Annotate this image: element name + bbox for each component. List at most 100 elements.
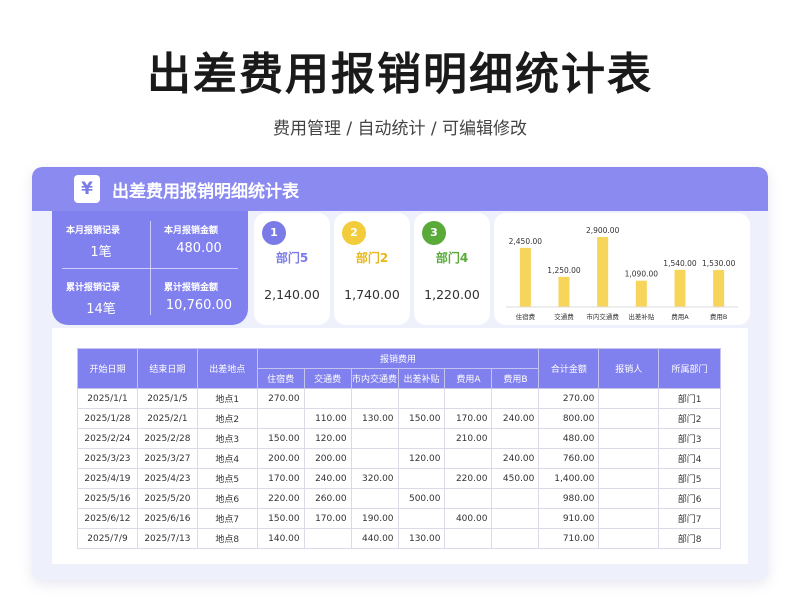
table-cell[interactable]: 220.00 [256, 488, 305, 509]
table-cell[interactable] [491, 488, 540, 509]
table-cell[interactable]: 1,400.00 [538, 468, 600, 489]
table-cell[interactable]: 120.00 [303, 428, 352, 449]
table-cell[interactable] [444, 448, 493, 469]
table-cell[interactable]: 480.00 [538, 428, 600, 449]
summary-month-amount: 本月报销金额 480.00 [150, 211, 248, 268]
column-header: 费用B [491, 368, 540, 389]
table-cell[interactable] [444, 528, 493, 549]
table-cell[interactable]: 260.00 [303, 488, 352, 509]
table-cell[interactable]: 2025/1/5 [136, 388, 198, 409]
table-cell[interactable]: 760.00 [538, 448, 600, 469]
table-cell[interactable] [303, 528, 352, 549]
dept-rank-card: 2 部门2 1,740.00 [334, 213, 410, 325]
table-cell[interactable] [444, 488, 493, 509]
table-cell[interactable] [598, 408, 660, 429]
table-cell[interactable]: 地点1 [196, 388, 258, 409]
table-cell[interactable]: 710.00 [538, 528, 600, 549]
table-cell[interactable]: 2025/7/9 [77, 528, 138, 549]
report-card: ¥ 出差费用报销明细统计表 本月报销记录 1笔 本月报销金额 480.00 累计… [32, 167, 768, 580]
table-cell[interactable] [350, 428, 399, 449]
table-cell[interactable]: 2025/5/20 [136, 488, 198, 509]
table-cell[interactable] [598, 448, 660, 469]
table-cell[interactable]: 450.00 [491, 468, 540, 489]
table-cell[interactable]: 地点4 [196, 448, 258, 469]
table-cell[interactable]: 200.00 [303, 448, 352, 469]
table-cell[interactable]: 地点5 [196, 468, 258, 489]
table-cell[interactable]: 地点6 [196, 488, 258, 509]
table-cell[interactable]: 2025/6/16 [136, 508, 198, 529]
table-cell[interactable]: 140.00 [256, 528, 305, 549]
table-cell[interactable]: 部门6 [658, 488, 721, 509]
table-cell[interactable]: 190.00 [350, 508, 399, 529]
table-cell[interactable] [491, 388, 540, 409]
table-cell[interactable]: 220.00 [444, 468, 493, 489]
table-cell[interactable]: 部门3 [658, 428, 721, 449]
table-cell[interactable]: 150.00 [397, 408, 446, 429]
table-cell[interactable]: 2025/2/1 [136, 408, 198, 429]
table-cell[interactable]: 150.00 [256, 508, 305, 529]
table-cell[interactable]: 2025/4/23 [136, 468, 198, 489]
table-cell[interactable]: 2025/6/12 [77, 508, 138, 529]
table-cell[interactable]: 部门7 [658, 508, 721, 529]
table-cell[interactable] [598, 388, 660, 409]
table-cell[interactable] [256, 408, 305, 429]
table-cell[interactable]: 800.00 [538, 408, 600, 429]
table-cell[interactable] [303, 388, 352, 409]
table-cell[interactable]: 110.00 [303, 408, 352, 429]
table-cell[interactable]: 320.00 [350, 468, 399, 489]
table-cell[interactable] [598, 488, 660, 509]
table-cell[interactable]: 910.00 [538, 508, 600, 529]
table-cell[interactable]: 地点2 [196, 408, 258, 429]
table-cell[interactable]: 部门1 [658, 388, 721, 409]
table-cell[interactable] [598, 468, 660, 489]
table-cell[interactable]: 170.00 [303, 508, 352, 529]
table-cell[interactable]: 240.00 [491, 408, 540, 429]
table-cell[interactable] [350, 388, 399, 409]
table-cell[interactable]: 400.00 [444, 508, 493, 529]
table-cell[interactable]: 部门4 [658, 448, 721, 469]
table-cell[interactable]: 2025/1/1 [77, 388, 138, 409]
table-cell[interactable]: 240.00 [303, 468, 352, 489]
table-cell[interactable]: 170.00 [444, 408, 493, 429]
table-cell[interactable]: 2025/3/23 [77, 448, 138, 469]
table-cell[interactable] [350, 488, 399, 509]
table-cell[interactable]: 地点7 [196, 508, 258, 529]
table-cell[interactable]: 170.00 [256, 468, 305, 489]
table-cell[interactable]: 130.00 [397, 528, 446, 549]
table-cell[interactable]: 440.00 [350, 528, 399, 549]
table-cell[interactable]: 部门8 [658, 528, 721, 549]
table-cell[interactable]: 地点8 [196, 528, 258, 549]
table-cell[interactable] [491, 528, 540, 549]
table-cell[interactable]: 2025/5/16 [77, 488, 138, 509]
table-cell[interactable] [444, 388, 493, 409]
table-cell[interactable]: 部门5 [658, 468, 721, 489]
table-cell[interactable] [397, 388, 446, 409]
table-cell[interactable]: 地点3 [196, 428, 258, 449]
table-cell[interactable] [350, 448, 399, 469]
table-cell[interactable]: 270.00 [256, 388, 305, 409]
table-cell[interactable] [491, 428, 540, 449]
table-cell[interactable]: 2025/7/13 [136, 528, 198, 549]
table-cell[interactable] [397, 428, 446, 449]
table-cell[interactable]: 部门2 [658, 408, 721, 429]
table-cell[interactable]: 500.00 [397, 488, 446, 509]
table-cell[interactable]: 130.00 [350, 408, 399, 429]
table-cell[interactable]: 2025/1/28 [77, 408, 138, 429]
table-cell[interactable]: 980.00 [538, 488, 600, 509]
table-cell[interactable]: 120.00 [397, 448, 446, 469]
table-cell[interactable]: 2025/2/28 [136, 428, 198, 449]
table-cell[interactable]: 270.00 [538, 388, 600, 409]
table-cell[interactable] [397, 468, 446, 489]
table-cell[interactable]: 2025/3/27 [136, 448, 198, 469]
table-cell[interactable] [598, 528, 660, 549]
table-cell[interactable] [598, 508, 660, 529]
table-cell[interactable]: 200.00 [256, 448, 305, 469]
table-cell[interactable] [598, 428, 660, 449]
table-cell[interactable]: 210.00 [444, 428, 493, 449]
table-cell[interactable] [491, 508, 540, 529]
table-cell[interactable]: 240.00 [491, 448, 540, 469]
table-cell[interactable]: 150.00 [256, 428, 305, 449]
table-cell[interactable]: 2025/4/19 [77, 468, 138, 489]
table-cell[interactable] [397, 508, 446, 529]
table-cell[interactable]: 2025/2/24 [77, 428, 138, 449]
